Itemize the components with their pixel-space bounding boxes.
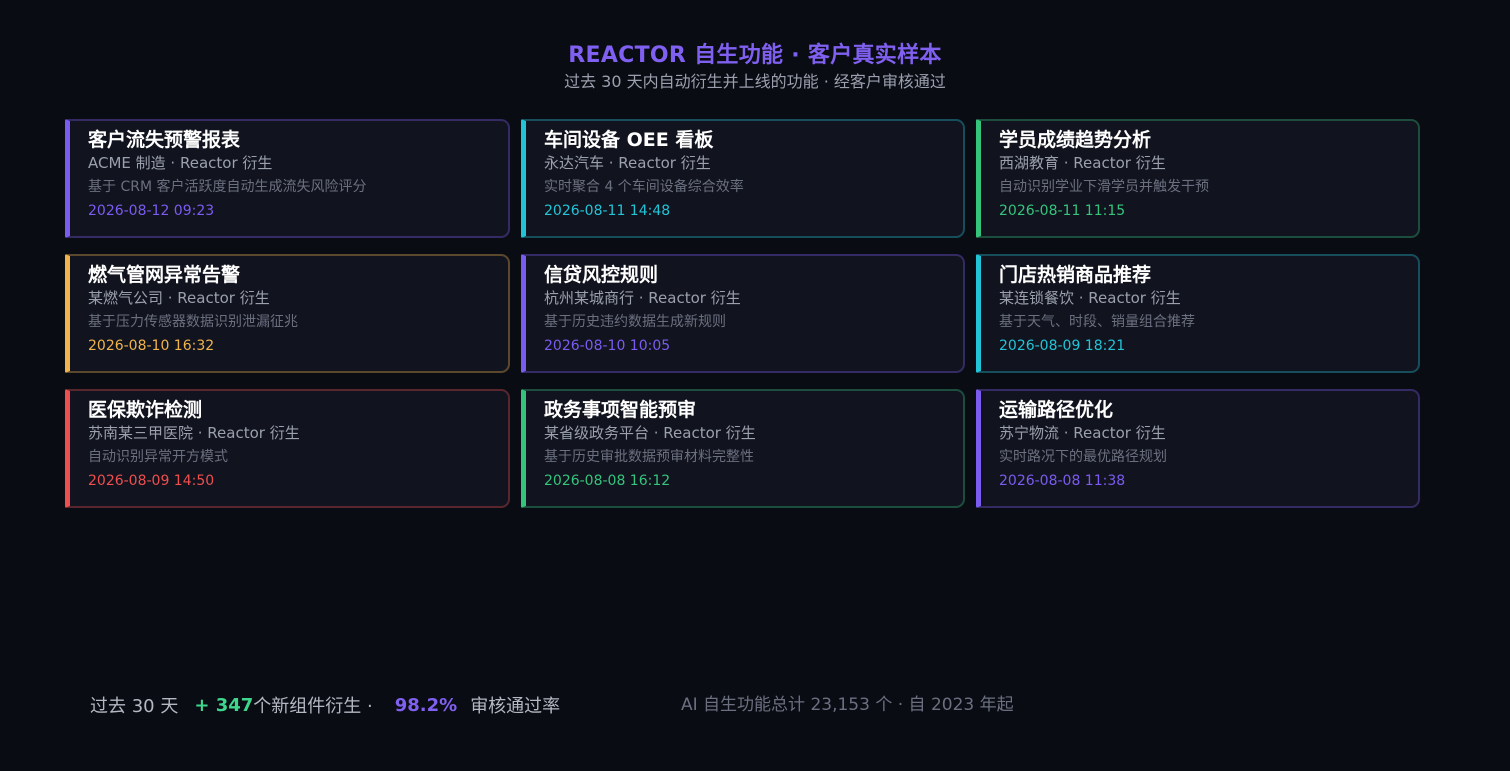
card-title: 车间设备 OEE 看板 [544,129,714,151]
new-component-count: + 347 [194,694,254,716]
page-title: REACTOR 自生功能 · 客户真实样本 [568,43,942,68]
card-source: 某燃气公司 · Reactor 衍生 [88,289,270,307]
approval-rate-label: 审核通过率 [470,696,561,717]
card-description: 基于历史违约数据生成新规则 [544,314,726,330]
card-timestamp: 2026-08-11 11:15 [999,203,1126,219]
feature-card[interactable]: 车间设备 OEE 看板 永达汽车 · Reactor 衍生 实时聚合 4 个车间… [521,119,965,238]
card-description: 实时路况下的最优路径规划 [999,449,1167,465]
feature-card[interactable]: 医保欺诈检测 苏南某三甲医院 · Reactor 衍生 自动识别异常开方模式 2… [65,389,510,508]
card-description: 自动识别异常开方模式 [88,449,228,465]
page-subtitle: 过去 30 天内自动衍生并上线的功能 · 经客户审核通过 [564,72,946,91]
card-description: 自动识别学业下滑学员并触发干预 [999,179,1209,195]
feature-card[interactable]: 燃气管网异常告警 某燃气公司 · Reactor 衍生 基于压力传感器数据识别泄… [65,254,510,373]
feature-card[interactable]: 政务事项智能预审 某省级政务平台 · Reactor 衍生 基于历史审批数据预审… [521,389,965,508]
card-timestamp: 2026-08-09 14:50 [88,473,215,489]
card-description: 实时聚合 4 个车间设备综合效率 [544,179,744,195]
total-features-note: AI 自生功能总计 23,153 个 · 自 2023 年起 [681,695,1014,715]
card-source: 某连锁餐饮 · Reactor 衍生 [999,289,1181,307]
card-title: 学员成绩趋势分析 [999,129,1152,151]
feature-card-grid: 客户流失预警报表 ACME 制造 · Reactor 衍生 基于 CRM 客户活… [65,119,1420,508]
feature-card[interactable]: 信贷风控规则 杭州某城商行 · Reactor 衍生 基于历史违约数据生成新规则… [521,254,965,373]
card-source: 杭州某城商行 · Reactor 衍生 [544,289,741,307]
card-title: 门店热销商品推荐 [999,264,1152,286]
feature-card[interactable]: 客户流失预警报表 ACME 制造 · Reactor 衍生 基于 CRM 客户活… [65,119,510,238]
card-title: 燃气管网异常告警 [88,264,241,286]
card-source: 西湖教育 · Reactor 衍生 [999,154,1166,172]
card-timestamp: 2026-08-08 16:12 [544,473,671,489]
page-header: REACTOR 自生功能 · 客户真实样本 过去 30 天内自动衍生并上线的功能… [0,42,1510,93]
card-description: 基于 CRM 客户活跃度自动生成流失风险评分 [88,179,367,195]
feature-card[interactable]: 门店热销商品推荐 某连锁餐饮 · Reactor 衍生 基于天气、时段、销量组合… [976,254,1420,373]
card-timestamp: 2026-08-10 16:32 [88,338,215,354]
feature-card[interactable]: 学员成绩趋势分析 西湖教育 · Reactor 衍生 自动识别学业下滑学员并触发… [976,119,1420,238]
stats-period: 过去 30 天 [90,696,179,717]
approval-rate: 98.2% [394,694,458,716]
card-timestamp: 2026-08-10 10:05 [544,338,671,354]
card-description: 基于天气、时段、销量组合推荐 [999,314,1195,330]
card-title: 医保欺诈检测 [88,399,203,421]
card-title: 运输路径优化 [999,399,1114,421]
card-source: 苏宁物流 · Reactor 衍生 [999,424,1166,442]
card-title: 政务事项智能预审 [544,399,697,421]
card-timestamp: 2026-08-08 11:38 [999,473,1126,489]
new-component-label: 个新组件衍生 · [253,696,373,717]
card-source: ACME 制造 · Reactor 衍生 [88,154,273,172]
card-source: 某省级政务平台 · Reactor 衍生 [544,424,756,442]
card-timestamp: 2026-08-12 09:23 [88,203,215,219]
stats-footer: 过去 30 天 + 347 个新组件衍生 · 98.2% 审核通过率 [90,692,560,718]
card-description: 基于压力传感器数据识别泄漏征兆 [88,314,298,330]
card-title: 客户流失预警报表 [88,129,241,151]
card-title: 信贷风控规则 [544,264,659,286]
card-description: 基于历史审批数据预审材料完整性 [544,449,754,465]
feature-card[interactable]: 运输路径优化 苏宁物流 · Reactor 衍生 实时路况下的最优路径规划 20… [976,389,1420,508]
card-timestamp: 2026-08-09 18:21 [999,338,1126,354]
card-source: 永达汽车 · Reactor 衍生 [544,154,711,172]
card-source: 苏南某三甲医院 · Reactor 衍生 [88,424,300,442]
card-timestamp: 2026-08-11 14:48 [544,203,671,219]
